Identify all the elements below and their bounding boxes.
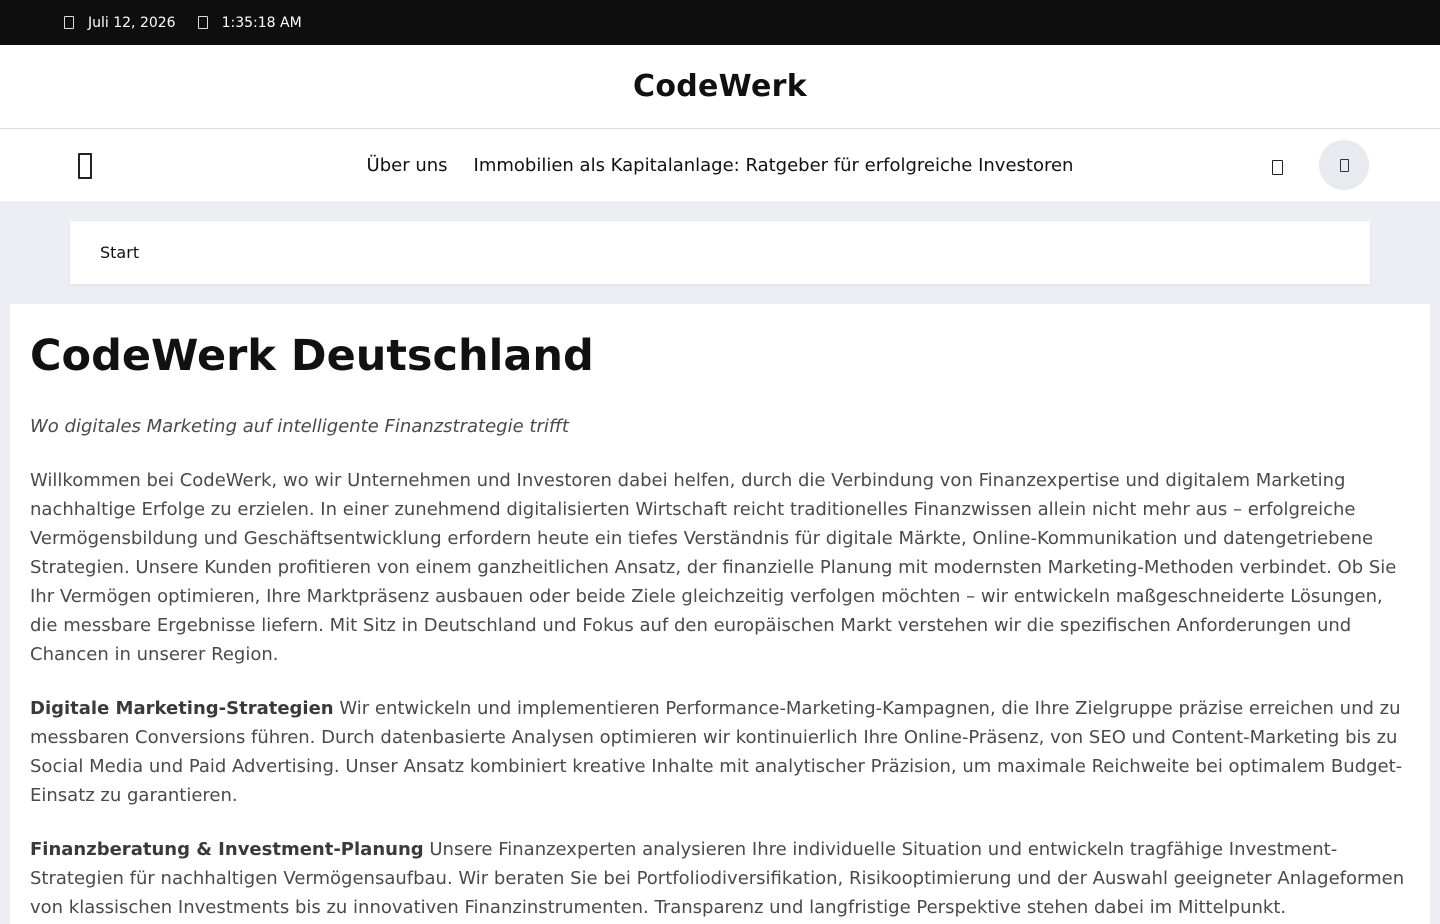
nav-links: Über uns Immobilien als Kapitalanlage: R… [367,155,1074,176]
date-display: Juli 12, 2026 [64,15,176,31]
site-header: CodeWerk [0,45,1440,129]
site-title[interactable]: CodeWerk [633,69,807,104]
time-text: 1:35:18 AM [221,14,302,31]
main-navigation: Über uns Immobilien als Kapitalanlage: R… [0,129,1440,201]
calendar-icon [64,16,74,29]
breadcrumb: Start [70,221,1370,284]
section-heading: Finanzberatung & Investment-Planung [30,839,424,860]
theme-toggle-icon [1339,158,1349,172]
page-title: CodeWerk Deutschland [30,331,594,381]
time-display: 1:35:18 AM [197,14,302,31]
breadcrumb-home-link[interactable]: Start [100,243,139,262]
top-bar: Juli 12, 2026 1:35:18 AM [0,0,1440,45]
nav-link-immobilien[interactable]: Immobilien als Kapitalanlage: Ratgeber f… [474,155,1074,176]
nav-link-ueber-uns[interactable]: Über uns [367,155,448,176]
section-heading: Digitale Marketing-Strategien [30,698,334,719]
search-icon[interactable] [1272,160,1283,175]
date-text: Juli 12, 2026 [88,14,176,31]
intro-paragraph: Willkommen bei CodeWerk, wo wir Unterneh… [30,470,1397,665]
section-paragraph: Digitale Marketing-Strategien Wir entwic… [30,694,1410,810]
page-tagline: Wo digitales Marketing auf intelligente … [30,416,569,437]
theme-toggle-button[interactable] [1319,140,1369,190]
section-paragraph: Finanzberatung & Investment-Planung Unse… [30,835,1410,922]
main-content: CodeWerk Deutschland Wo digitales Market… [10,304,1430,924]
menu-icon[interactable] [78,153,92,179]
clock-icon [197,16,208,29]
